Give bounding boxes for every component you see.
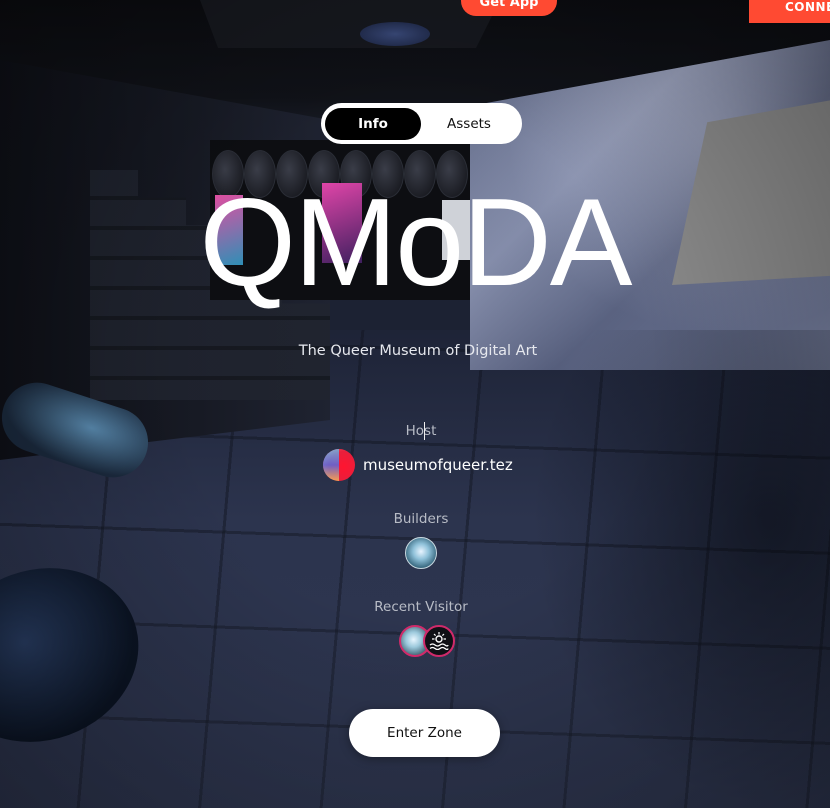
host-label: Host [405, 423, 437, 439]
get-app-button[interactable]: Get App [461, 0, 557, 16]
tab-info[interactable]: Info [325, 107, 421, 140]
info-assets-tabs: Info Assets [321, 103, 522, 144]
host-name[interactable]: museumofqueer.tez [363, 456, 513, 474]
zone-title: QMoDA [199, 174, 633, 312]
host-avatar[interactable] [323, 449, 355, 481]
builder-avatar[interactable] [405, 537, 437, 569]
host-profile[interactable]: museumofqueer.tez [323, 449, 513, 481]
sun-icon [429, 632, 449, 650]
enter-zone-button[interactable]: Enter Zone [349, 709, 500, 757]
builders-label: Builders [393, 511, 449, 527]
text-cursor [424, 422, 425, 440]
connect-button[interactable]: CONNECT [749, 0, 830, 23]
recent-visitor-label: Recent Visitor [374, 599, 468, 615]
visitor-avatar[interactable] [423, 625, 455, 657]
tab-assets[interactable]: Assets [421, 108, 517, 140]
zone-subtitle: The Queer Museum of Digital Art [298, 343, 538, 359]
